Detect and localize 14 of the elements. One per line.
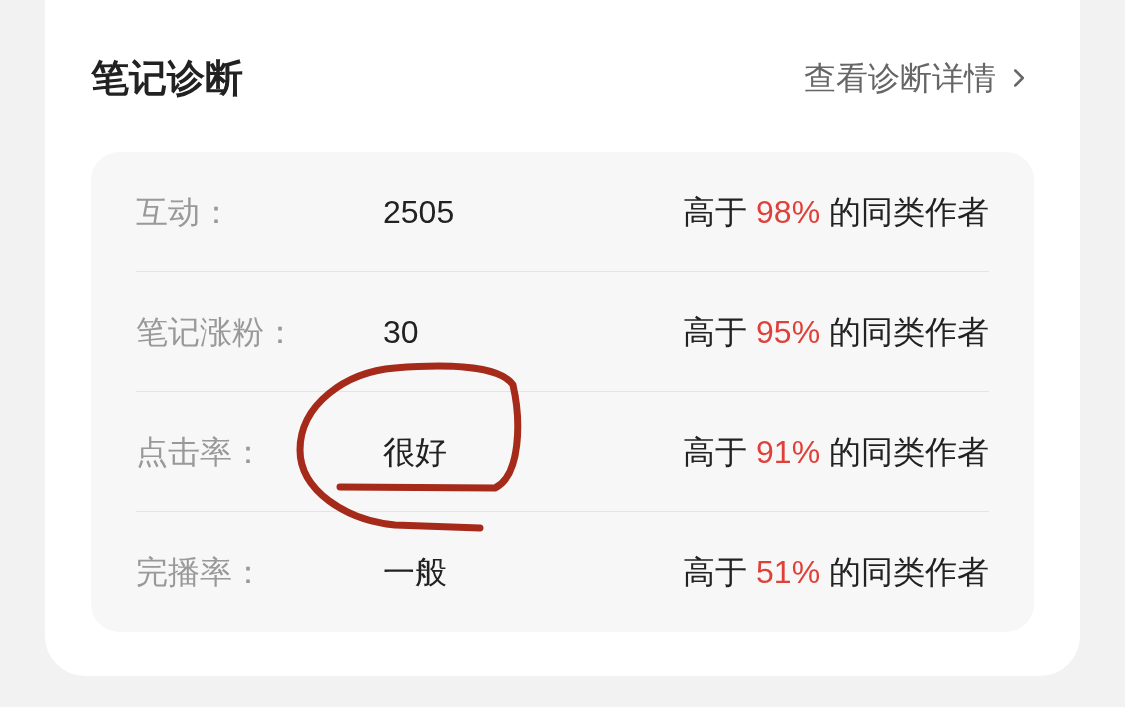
comparison-text: 高于 51% 的同类作者 <box>683 553 989 592</box>
metric-value: 30 <box>383 312 419 352</box>
metric-label: 点击率： <box>136 432 265 472</box>
metric-label: 完播率： <box>136 553 265 592</box>
comparison-text: 高于 95% 的同类作者 <box>683 312 989 352</box>
metric-label: 互动： <box>136 192 233 232</box>
comparison-text: 高于 91% 的同类作者 <box>683 432 989 472</box>
metric-value: 一般 <box>383 553 447 592</box>
section-title: 笔记诊断 <box>91 55 243 101</box>
metric-label: 笔记涨粉： <box>136 312 297 352</box>
metric-value: 很好 <box>383 432 447 472</box>
metric-value: 2505 <box>383 192 455 232</box>
comparison-text: 高于 98% 的同类作者 <box>683 192 989 232</box>
view-details-link[interactable]: 查看诊断详情 <box>804 54 1034 102</box>
